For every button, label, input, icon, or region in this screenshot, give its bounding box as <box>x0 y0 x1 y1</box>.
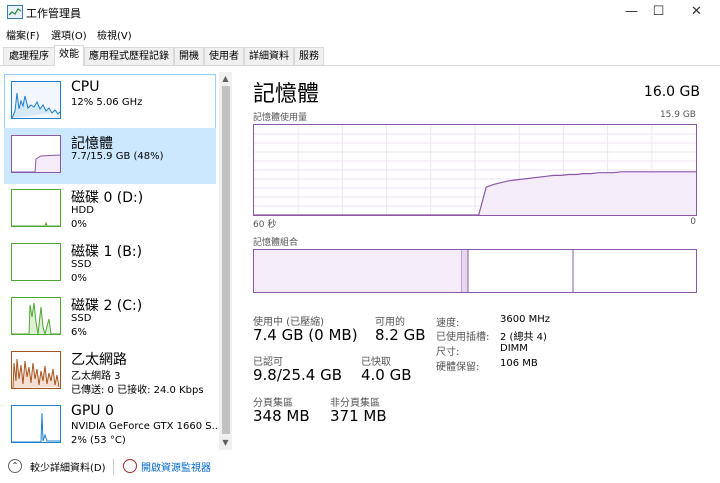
page-title: 記憶體 <box>253 82 320 107</box>
footer-divider <box>113 459 114 475</box>
usage-graph-label: 記憶體使用量 <box>253 113 308 123</box>
resource-name: 磁碟 1 (B:) <box>71 244 143 260</box>
scrollbar-thumb[interactable] <box>222 86 230 434</box>
resource-name: 磁碟 2 (C:) <box>71 298 143 314</box>
resource-name: 磁碟 0 (D:) <box>71 190 144 206</box>
resource-item-disk2[interactable]: 磁碟 2 (C:) SSD 6% <box>4 290 216 346</box>
window-title: 工作管理員 <box>26 7 81 20</box>
stat-value-in-use: 7.4 GB (0 MB) <box>253 326 358 344</box>
resource-monitor-icon <box>123 459 137 473</box>
disk2-thumbnail-graph <box>11 297 61 335</box>
resource-item-disk0[interactable]: 磁碟 0 (D:) HDD 0% <box>4 182 216 238</box>
resource-item-disk1[interactable]: 磁碟 1 (B:) SSD 0% <box>4 236 216 292</box>
usage-graph-max: 15.9 GB <box>659 110 696 120</box>
menu-options[interactable]: 選項(O) <box>51 27 87 42</box>
resource-detail: 2% (53 °C) <box>71 435 126 446</box>
memory-thumbnail-graph <box>11 135 61 173</box>
resource-detail: SSD <box>71 313 92 324</box>
stat-value-nonpaged-pool: 371 MB <box>330 407 387 425</box>
resource-list: CPU 12% 5.06 GHz 記憶體 7.7/15.9 GB (48%) 磁… <box>4 72 232 450</box>
disk0-thumbnail-graph <box>11 189 61 227</box>
cpu-thumbnail-graph <box>11 81 61 119</box>
ethernet-thumbnail-graph <box>11 351 61 389</box>
time-axis-left: 60 秒 <box>253 220 277 230</box>
scroll-down-icon[interactable]: ▼ <box>219 436 232 450</box>
resource-detail: 7.7/15.9 GB (48%) <box>71 151 164 162</box>
resource-item-cpu[interactable]: CPU 12% 5.06 GHz <box>4 74 216 130</box>
resource-detail: 0% <box>71 219 87 230</box>
detail-value-speed: 3600 MHz <box>500 314 551 325</box>
detail-key-hardware-reserved: 硬體保留: <box>436 362 480 373</box>
tab-services[interactable]: 服務 <box>294 47 324 65</box>
tab-app-history[interactable]: 應用程式歷程記錄 <box>84 47 174 65</box>
footer-bar: ⌃ 較少詳細資料(D) 開啟資源監視器 <box>0 453 720 483</box>
tab-bar: 處理程序 效能 應用程式歷程記錄 開機 使用者 詳細資料 服務 <box>0 45 720 66</box>
tab-startup[interactable]: 開機 <box>174 47 204 65</box>
memory-total: 16.0 GB <box>643 84 700 100</box>
fewer-details-label: 較少詳細資料(D) <box>30 463 106 474</box>
composition-modified <box>462 250 468 292</box>
resource-detail: 乙太網路 3 <box>71 371 121 382</box>
resource-detail: 已傳送: 0 已接收: 24.0 Kbps <box>71 385 204 396</box>
resource-name: 乙太網路 <box>71 352 127 368</box>
tab-performance[interactable]: 效能 <box>54 45 84 66</box>
resource-detail: 12% 5.06 GHz <box>71 97 143 108</box>
stat-value-available: 8.2 GB <box>375 326 426 344</box>
resource-detail: NVIDIA GeForce GTX 1660 S... <box>71 421 222 432</box>
title-bar: 工作管理員 — ☐ ✕ <box>0 0 720 24</box>
stat-value-committed: 9.8/25.4 GB <box>253 366 342 384</box>
stat-value-cached: 4.0 GB <box>361 366 412 384</box>
detail-value-hardware-reserved: 106 MB <box>500 358 538 369</box>
composition-label: 記憶體組合 <box>253 238 299 248</box>
detail-key-form-factor: 尺寸: <box>436 347 460 358</box>
disk1-thumbnail-graph <box>11 243 61 281</box>
open-resource-monitor-link[interactable]: 開啟資源監視器 <box>141 459 211 474</box>
tab-processes[interactable]: 處理程序 <box>3 47 55 65</box>
resource-detail: SSD <box>71 259 92 270</box>
resource-item-gpu[interactable]: GPU 0 NVIDIA GeForce GTX 1660 S... 2% (5… <box>4 398 221 450</box>
resource-detail: 0% <box>71 273 87 284</box>
memory-usage-graph <box>253 124 697 216</box>
time-axis-right: 0 <box>690 217 696 227</box>
menu-bar: 檔案(F) 選項(O) 檢視(V) <box>0 24 720 43</box>
detail-value-slots: 2 (總共 4) <box>500 332 547 343</box>
menu-view[interactable]: 檢視(V) <box>97 27 132 42</box>
scroll-up-icon[interactable]: ▲ <box>219 72 232 86</box>
stat-value-paged-pool: 348 MB <box>253 407 310 425</box>
close-button[interactable]: ✕ <box>680 0 713 24</box>
chevron-up-icon: ⌃ <box>8 459 22 473</box>
detail-value-form-factor: DIMM <box>500 343 528 354</box>
maximize-button[interactable]: ☐ <box>642 0 675 24</box>
resource-name: CPU <box>71 79 100 95</box>
detail-key-slots: 已使用插槽: <box>436 332 490 343</box>
resource-item-ethernet[interactable]: 乙太網路 乙太網路 3 已傳送: 0 已接收: 24.0 Kbps <box>4 344 216 400</box>
gpu-thumbnail-graph <box>11 405 61 443</box>
detail-key-speed: 速度: <box>436 318 460 329</box>
task-manager-icon <box>7 5 23 19</box>
resource-detail: HDD <box>71 205 94 216</box>
resource-item-memory[interactable]: 記憶體 7.7/15.9 GB (48%) <box>4 128 216 184</box>
menu-file[interactable]: 檔案(F) <box>6 27 40 42</box>
resource-name: GPU 0 <box>71 403 114 419</box>
resource-name: 記憶體 <box>71 136 113 152</box>
resource-detail: 6% <box>71 327 87 338</box>
tab-users[interactable]: 使用者 <box>204 47 244 65</box>
memory-detail-pane: 記憶體 16.0 GB 記憶體使用量 15.9 GB 60 秒 0 記憶體組合 … <box>242 72 712 452</box>
composition-in-use <box>254 250 462 292</box>
tab-details[interactable]: 詳細資料 <box>244 47 294 65</box>
memory-composition-bar <box>253 249 697 293</box>
